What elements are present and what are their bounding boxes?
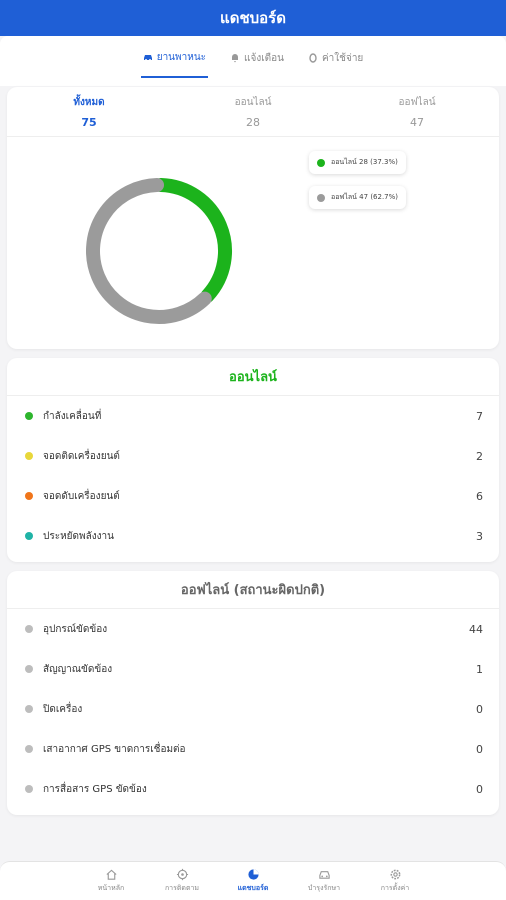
row-value: 6 — [476, 489, 483, 503]
tab-alerts-label: แจ้งเตือน — [244, 52, 284, 64]
status-dot — [25, 625, 33, 633]
chart-legend: ออนไลน์ 28 (37.3%) ออฟไลน์ 47 (62.7%) — [309, 151, 407, 209]
offline-row-gps-antenna[interactable]: เสาอากาศ GPS ขาดการเชื่อมต่อ 0 — [7, 729, 499, 769]
legend-online-label: ออนไลน์ 28 (37.3%) — [331, 158, 398, 166]
count-row: ทั้งหมด 75 ออนไลน์ 28 ออฟไลน์ 47 — [7, 87, 499, 137]
nav-settings-label: การตั้งค่า — [380, 884, 410, 892]
nav-maintenance-label: บำรุงรักษา — [307, 884, 341, 892]
online-section-title: ออนไลน์ — [7, 358, 499, 396]
status-dot — [25, 492, 33, 500]
legend-offline: ออฟไลน์ 47 (62.7%) — [309, 186, 407, 209]
row-label: กำลังเคลื่อนที่ — [43, 410, 102, 422]
bell-icon — [232, 54, 239, 63]
count-offline[interactable]: ออฟไลน์ 47 — [335, 87, 499, 136]
online-row-parked[interactable]: จอดดับเครื่องยนต์ 6 — [7, 476, 499, 516]
row-value: 3 — [476, 529, 483, 543]
count-online-label: ออนไลน์ — [234, 96, 272, 108]
row-label: การสื่อสาร GPS ขัดข้อง — [43, 783, 147, 795]
home-icon — [105, 869, 117, 880]
page-title: แดชบอร์ด — [220, 9, 286, 27]
count-online-value: 28 — [246, 115, 260, 129]
offline-section-title: ออฟไลน์ (สถานะผิดปกติ) — [7, 571, 499, 609]
count-total-label: ทั้งหมด — [73, 96, 105, 108]
nav-home[interactable]: หน้าหลัก — [76, 862, 147, 900]
row-label: สัญญาณขัดข้อง — [43, 663, 113, 675]
tab-bar: ยานพาหนะ แจ้งเตือน ค่าใช้จ่าย — [0, 36, 506, 86]
row-label: ประหยัดพลังงาน — [43, 530, 114, 542]
tab-alerts[interactable]: แจ้งเตือน — [228, 38, 286, 78]
nav-maintenance[interactable]: บำรุงรักษา — [289, 862, 360, 900]
row-value: 0 — [476, 782, 483, 796]
settings-icon — [390, 869, 400, 880]
offline-row-signal-fault[interactable]: สัญญาณขัดข้อง 1 — [7, 649, 499, 689]
count-offline-value: 47 — [410, 115, 424, 129]
row-label: จอดติดเครื่องยนต์ — [43, 450, 120, 462]
count-offline-label: ออฟไลน์ — [398, 96, 436, 108]
nav-home-label: หน้าหลัก — [97, 884, 125, 892]
vehicle-summary-card: ทั้งหมด 75 ออนไลน์ 28 ออฟไลน์ 47 ออนไลน์… — [7, 87, 499, 349]
online-row-moving[interactable]: กำลังเคลื่อนที่ 7 — [7, 396, 499, 436]
status-dot — [25, 665, 33, 673]
online-row-power-saving[interactable]: ประหยัดพลังงาน 3 — [7, 516, 499, 556]
row-value: 7 — [476, 409, 483, 423]
nav-dashboard[interactable]: แดชบอร์ด — [218, 862, 289, 900]
row-label: จอดดับเครื่องยนต์ — [43, 490, 120, 502]
row-label: อุปกรณ์ขัดข้อง — [43, 623, 108, 635]
donut-slice-1 — [86, 178, 212, 324]
status-donut-chart — [86, 178, 232, 324]
tab-expenses[interactable]: ค่าใช้จ่าย — [306, 38, 365, 78]
maintenance-icon — [318, 871, 330, 879]
legend-online-swatch — [317, 158, 325, 167]
status-dot — [25, 452, 33, 460]
count-online[interactable]: ออนไลน์ 28 — [171, 87, 335, 136]
status-dot — [25, 532, 33, 540]
donut-slice-0 — [153, 178, 232, 303]
tracking-icon — [176, 868, 188, 881]
app-bar: แดชบอร์ด — [0, 0, 506, 36]
count-total[interactable]: ทั้งหมด 75 — [7, 87, 171, 136]
offline-row-device-fault[interactable]: อุปกรณ์ขัดข้อง 44 — [7, 609, 499, 649]
legend-offline-label: ออฟไลน์ 47 (62.7%) — [331, 193, 399, 201]
nav-settings[interactable]: การตั้งค่า — [360, 862, 431, 900]
tab-vehicles[interactable]: ยานพาหนะ — [140, 38, 209, 78]
status-dot — [25, 745, 33, 753]
row-value: 0 — [476, 702, 483, 716]
row-label: ปิดเครื่อง — [43, 703, 83, 715]
dashboard-icon — [247, 869, 259, 880]
row-value: 44 — [469, 622, 483, 636]
online-status-card: ออนไลน์ กำลังเคลื่อนที่ 7 จอดติดเครื่องย… — [7, 358, 499, 562]
nav-dashboard-label: แดชบอร์ด — [237, 884, 269, 892]
status-dot — [25, 705, 33, 713]
count-total-value: 75 — [81, 115, 97, 129]
offline-status-card: ออฟไลน์ (สถานะผิดปกติ) อุปกรณ์ขัดข้อง 44… — [7, 571, 499, 815]
coin-icon — [309, 53, 317, 63]
tab-expenses-label: ค่าใช้จ่าย — [321, 52, 364, 64]
bottom-navigation: หน้าหลัก การติดตาม แดชบอร์ด บำรุงรักษา ก… — [0, 861, 506, 900]
row-label: เสาอากาศ GPS ขาดการเชื่อมต่อ — [43, 743, 186, 755]
status-dot — [25, 412, 33, 420]
tab-vehicles-label: ยานพาหนะ — [156, 51, 207, 63]
row-value: 1 — [476, 662, 483, 676]
row-value: 0 — [476, 742, 483, 756]
status-dot — [25, 785, 33, 793]
legend-online: ออนไลน์ 28 (37.3%) — [309, 151, 407, 174]
offline-row-powered-off[interactable]: ปิดเครื่อง 0 — [7, 689, 499, 729]
row-value: 2 — [476, 449, 483, 463]
legend-offline-swatch — [317, 193, 325, 202]
online-row-idling[interactable]: จอดติดเครื่องยนต์ 2 — [7, 436, 499, 476]
nav-tracking-label: การติดตาม — [164, 884, 200, 892]
offline-row-gps-comm[interactable]: การสื่อสาร GPS ขัดข้อง 0 — [7, 769, 499, 809]
nav-tracking[interactable]: การติดตาม — [147, 862, 218, 900]
car-icon — [143, 55, 152, 61]
